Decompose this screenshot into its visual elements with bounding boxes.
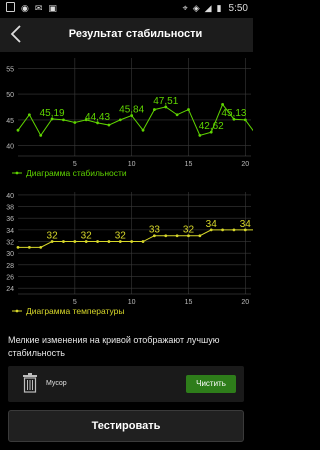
stability-legend-label: Диаграмма стабильности [26,168,127,178]
temperature-chart: 24 26 28 30 32 34 36 38 40 5 10 15 20 32 32 32 33 32 34 34 Д… [0,190,259,322]
stability-data-point [39,133,43,137]
page-title: Результат стабильности [68,28,203,40]
system-icons: ⌖ ◈ ◢ ▮ 5:50 [183,2,248,14]
temperature-y-tick-label: 40 [6,193,14,200]
notification-icon [6,2,15,12]
temperature-data-label: 33 [149,225,161,236]
temperature-data-point [62,240,65,243]
temperature-data-point [107,240,111,243]
stability-data-label: 42,62 [199,121,224,132]
stability-note: Мелкие изменения на кривой отображают лу… [8,335,220,358]
notification-icons: ◉ ✉ ▣ [6,2,57,14]
temperature-data-point [130,240,134,243]
temperature-x-tick-label: 5 [73,299,77,306]
status-bar: ◉ ✉ ▣ ⌖ ◈ ◢ ▮ 5:50 [0,0,253,18]
stability-data-point [221,103,224,106]
stability-data-point [152,108,156,111]
temperature-data-point [175,234,179,238]
stability-data-point [16,128,20,132]
stability-data-label: 44,43 [85,112,110,123]
trash-label: Мусор [46,380,67,387]
temperature-legend-marker [15,309,19,313]
gmail-icon: ✉ [34,3,43,13]
stability-y-tick-label: 45 [6,118,14,125]
stability-chart-svg: 404550555 10 15 2045,19 44,4345,8447,5142,62… [6,58,259,178]
trash-icon [22,373,38,393]
stability-data-label: 45,19 [40,108,65,119]
temperature-data-point [27,245,31,249]
temperature-data-point [221,228,224,232]
wifi-icon: ◈ [192,3,200,13]
temperature-data-point [198,234,202,238]
temperature-data-point [73,240,77,243]
stability-data-point [73,121,77,124]
temperature-data-point [39,245,43,249]
temperature-data-point [232,228,236,232]
stability-x-tick-label: 20 [241,161,249,168]
temperature-data-point [164,234,168,238]
stability-data-point [141,128,145,132]
stability-legend-marker [15,171,19,175]
temperature-data-label: 32 [115,231,127,242]
stability-data-point [187,108,190,111]
temperature-data-label: 32 [81,231,93,242]
stability-y-tick-label: 40 [6,144,14,151]
stability-data-point [107,123,111,127]
temperature-y-tick-label: 36 [6,216,14,223]
temperature-data-label: 34 [240,219,252,230]
temperature-y-tick-label: 32 [6,240,14,247]
stability-data-point [175,113,179,117]
back-chevron-icon[interactable] [6,22,28,46]
location-icon: ⌖ [182,3,188,13]
stability-data-label: 45,84 [119,105,144,116]
temperature-data-point [141,240,145,243]
app-header: Результат стабильности [0,18,253,52]
test-button[interactable]: Тестировать [8,410,244,442]
bag-icon: ▣ [48,3,57,13]
stability-data-point [27,113,31,117]
temperature-y-tick-label: 38 [6,205,14,212]
stability-data-point [198,133,202,137]
temperature-y-tick-label: 34 [6,228,14,235]
temperature-y-tick-label: 28 [6,263,14,270]
temperature-data-point [16,245,20,249]
temperature-data-label: 32 [47,231,59,242]
temperature-x-tick-label: 20 [241,299,249,306]
stability-data-label: 45,13 [221,108,246,119]
stability-y-tick-label: 50 [6,92,14,99]
stability-x-tick-label: 15 [185,161,193,168]
whatsapp-icon: ◉ [21,3,29,13]
stability-data-point [118,118,122,122]
signal-icon: ◢ [204,3,212,13]
stability-x-tick-label: 5 [73,161,77,168]
temperature-y-tick-label: 26 [6,275,14,282]
temperature-chart-svg: 24 26 28 30 32 34 36 38 40 5 10 15 20 32 32 32 33 32 34 34 Д… [6,192,259,316]
battery-icon: ▮ [216,3,222,13]
stability-data-label: 47,51 [153,96,178,107]
stability-chart: 40 45 50 55 5 10 15 20 45,19 44,43 45,84 47,51 42,62… [0,56,259,186]
clean-button[interactable]: Чистить [186,375,236,393]
temperature-data-point [96,240,99,243]
stability-x-tick-label: 10 [128,161,136,168]
temperature-y-tick-label: 30 [6,251,14,258]
trash-card: Мусор Чистить [8,366,244,402]
temperature-x-tick-label: 15 [185,299,193,306]
temperature-x-tick-label: 10 [128,299,136,306]
temperature-data-label: 32 [183,225,195,236]
temperature-data-label: 34 [206,219,218,230]
temperature-legend-label: Диаграмма температуры [26,306,125,316]
stability-y-tick-label: 55 [6,66,14,73]
temperature-y-tick-label: 24 [6,286,14,293]
clock: 5:50 [228,2,248,14]
